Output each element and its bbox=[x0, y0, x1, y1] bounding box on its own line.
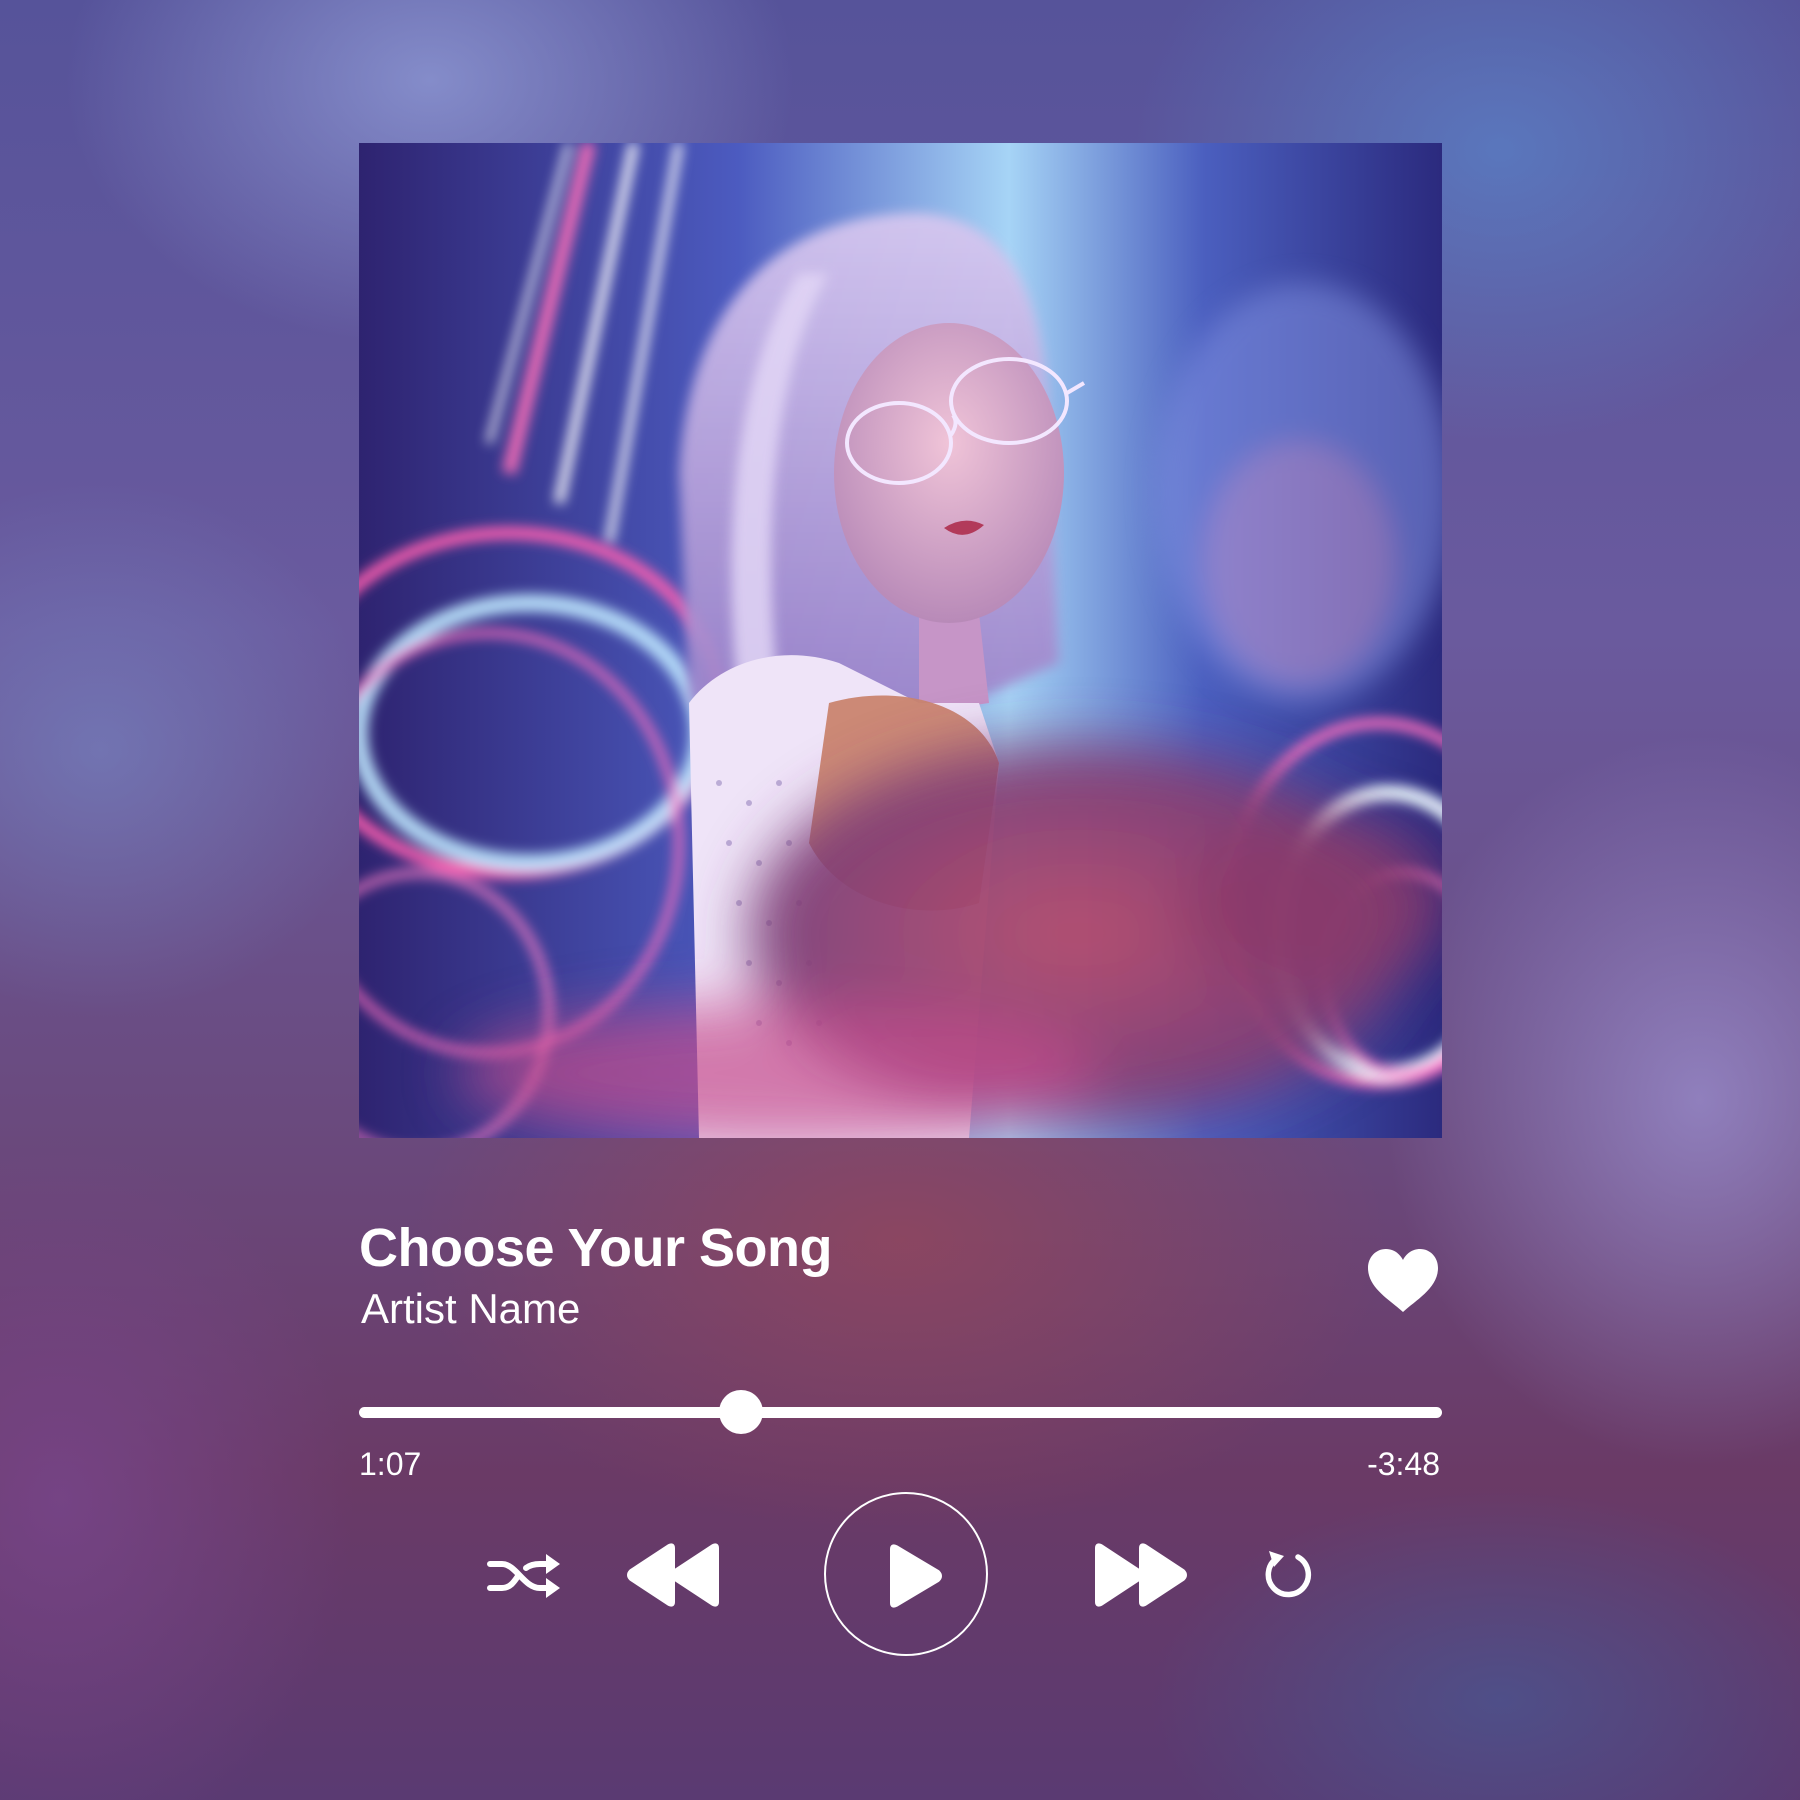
shuffle-icon bbox=[487, 1554, 560, 1598]
album-art bbox=[359, 143, 1442, 1138]
album-art-image bbox=[359, 143, 1442, 1138]
time-elapsed: 1:07 bbox=[359, 1446, 422, 1482]
progress-thumb[interactable] bbox=[719, 1390, 764, 1434]
play-button[interactable] bbox=[824, 1492, 988, 1656]
progress-bar[interactable] bbox=[359, 1390, 1442, 1434]
artist-name: Artist Name bbox=[361, 1285, 581, 1332]
time-remaining: -3:48 bbox=[1367, 1446, 1440, 1482]
shuffle-button[interactable] bbox=[486, 1550, 562, 1602]
play-icon bbox=[890, 1544, 942, 1608]
rewind-button[interactable] bbox=[627, 1543, 720, 1607]
like-button[interactable] bbox=[1366, 1248, 1440, 1314]
heart-icon bbox=[1368, 1249, 1438, 1312]
fast-forward-icon bbox=[1095, 1543, 1187, 1607]
fast-forward-button[interactable] bbox=[1094, 1543, 1187, 1607]
rewind-icon bbox=[627, 1543, 719, 1607]
repeat-button[interactable] bbox=[1260, 1548, 1314, 1602]
repeat-icon bbox=[1265, 1551, 1312, 1598]
song-title: Choose Your Song bbox=[359, 1218, 833, 1278]
